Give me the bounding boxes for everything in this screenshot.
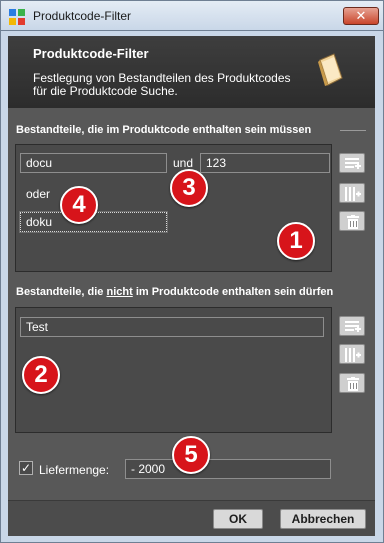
close-icon: ✕	[355, 8, 367, 23]
annotation-badge-3: 3	[170, 169, 208, 207]
or-label: oder	[26, 187, 51, 201]
delivery-field[interactable]: - 2000	[125, 459, 331, 479]
annotation-badge-2: 2	[22, 356, 60, 394]
section-divider	[340, 130, 366, 131]
annotation-badge-4: 4	[60, 186, 98, 224]
window-title: Produktcode-Filter	[33, 9, 132, 23]
exclude-section-label: Bestandteile, die nicht im Produktcode e…	[16, 286, 333, 298]
add-column-icon	[345, 187, 361, 201]
add-column-icon	[345, 348, 361, 362]
annotation-badge-5: 5	[172, 436, 210, 474]
header-title: Produktcode-Filter	[33, 46, 149, 61]
delivery-label: Liefermenge:	[39, 463, 110, 477]
add-row-icon	[345, 158, 361, 169]
cancel-button[interactable]: Abbrechen	[280, 509, 366, 529]
trash-icon	[347, 377, 359, 391]
annotation-badge-1: 1	[277, 222, 315, 260]
include-section-label: Bestandteile, die im Produktcode enthalt…	[16, 124, 312, 136]
delete-button[interactable]	[339, 211, 365, 231]
dialog-header: Produktcode-Filter Festlegung von Bestan…	[8, 36, 375, 108]
include-value-1[interactable]: docu	[20, 153, 167, 173]
app-icon	[9, 9, 25, 25]
add-row-icon	[345, 321, 361, 332]
dialog-footer: OK Abbrechen	[8, 500, 375, 536]
close-button[interactable]: ✕	[343, 7, 379, 25]
exclude-label-emphasis: nicht	[106, 286, 133, 298]
include-value-2[interactable]: 123	[200, 153, 330, 173]
exclude-add-column-button[interactable]	[339, 344, 365, 364]
trash-icon	[347, 215, 359, 229]
delivery-checkbox[interactable]: ✓	[19, 461, 33, 475]
exclude-add-row-button[interactable]	[339, 316, 365, 336]
exclude-value-1[interactable]: Test	[20, 317, 324, 337]
header-description: Festlegung von Bestandteilen des Produkt…	[33, 71, 291, 98]
window-titlebar: Produktcode-Filter ✕	[0, 0, 384, 30]
ok-button[interactable]: OK	[213, 509, 263, 529]
exclude-label-start: Bestandteile, die	[16, 286, 107, 298]
exclude-delete-button[interactable]	[339, 373, 365, 393]
exclude-label-end: im Produktcode enthalten sein dürfen	[132, 286, 334, 298]
exclude-panel: Test	[15, 307, 332, 433]
add-column-button[interactable]	[339, 183, 365, 203]
and-label: und	[173, 156, 194, 170]
add-row-button[interactable]	[339, 153, 365, 173]
document-icon	[318, 53, 343, 86]
